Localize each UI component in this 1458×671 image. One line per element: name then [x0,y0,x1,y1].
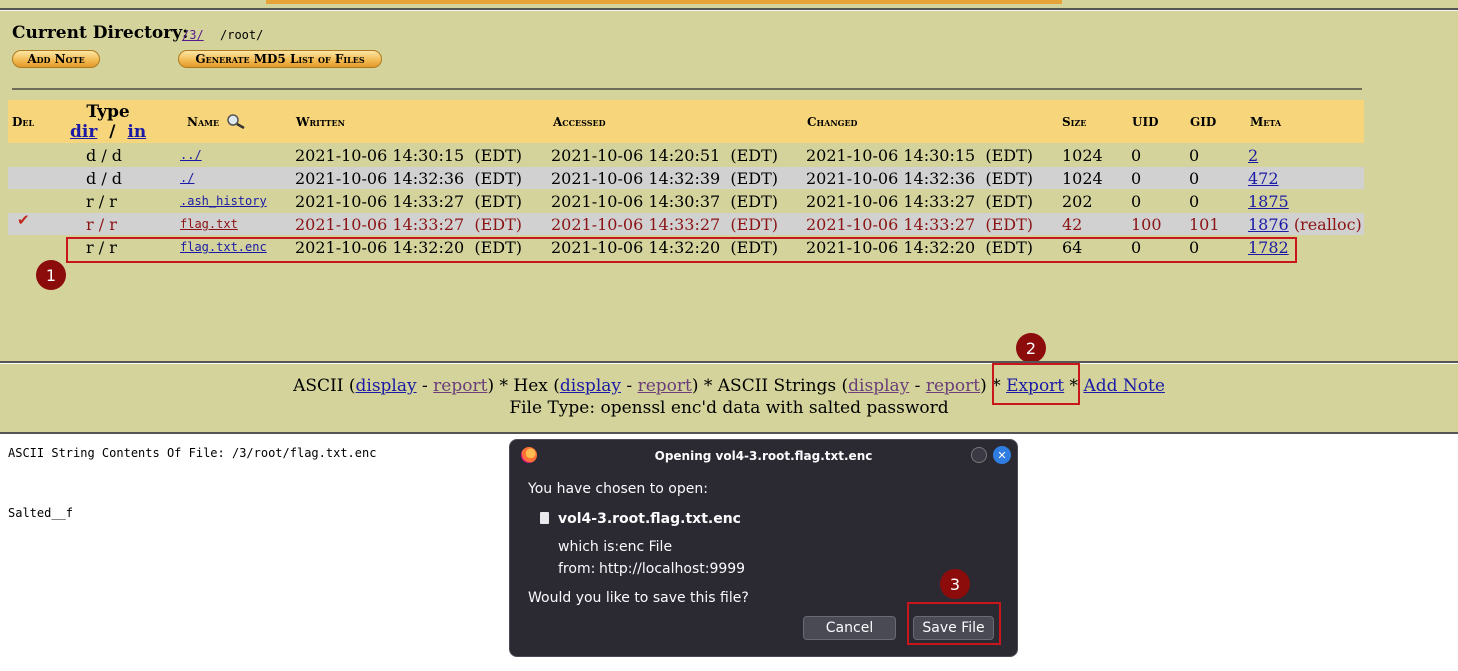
uid-cell: 0 [1131,169,1142,188]
table-row-deleted: ✔ r / r flag.txt 2021-10-06 14:33:27 (ED… [8,211,1364,235]
meta-link[interactable]: 472 [1248,169,1279,188]
magnify-icon[interactable] [226,113,248,129]
col-meta: Meta [1250,115,1282,129]
file-actions-frame: ASCII (display - report) * Hex (display … [0,364,1458,432]
current-directory-label: Current Directory: [12,23,189,43]
directory-link[interactable]: /3/ [182,28,204,42]
content-heading: ASCII String Contents Of File: /3/root/f… [8,446,377,460]
step-marker-3: 3 [940,569,970,599]
name-link[interactable]: ../ [180,148,202,162]
type-cell: r / r [86,192,117,211]
meta-link[interactable]: 1875 [1248,192,1289,211]
col-accessed: Accessed [553,115,606,129]
col-uid: UID [1132,115,1159,129]
written-cell: 2021-10-06 14:32:36 (EDT) [295,169,523,188]
from-label: from: [558,561,596,577]
type-cell: d / d [86,169,123,188]
changed-cell: 2021-10-06 14:33:27 (EDT) [806,192,1034,211]
col-gid: GID [1190,115,1217,129]
deleted-check-icon: ✔ [17,211,30,229]
from-value: http://localhost:9999 [599,561,746,577]
directory-frame: Current Directory: /3/ /root/ Add Note G… [0,0,1458,363]
highlight-box-save [907,602,1001,645]
content-strings: Salted__f [8,506,74,520]
table-row: d / d ../ 2021-10-06 14:30:15 (EDT) 2021… [8,144,1364,166]
uid-cell: 100 [1131,215,1162,234]
dialog-filename: vol4-3.root.flag.txt.enc [558,511,741,527]
col-written: Written [296,115,345,129]
name-link[interactable]: flag.txt [180,217,238,231]
gid-cell: 101 [1189,215,1220,234]
frame-divider [0,361,1458,363]
accessed-cell: 2021-10-06 14:30:37 (EDT) [551,192,779,211]
col-del: Del [12,115,35,129]
add-note-button[interactable]: Add Note [12,50,100,68]
ascii-report-link[interactable]: report [433,376,487,396]
meta-note: (realloc) [1293,215,1362,234]
ascii-display-link[interactable]: display [356,376,417,396]
separator-rule [12,88,1362,90]
which-is-value: enc File [619,539,673,555]
type-slash: / [109,122,116,142]
sort-in-link[interactable]: in [127,122,146,142]
hex-report-link[interactable]: report [638,376,692,396]
size-cell: 1024 [1062,146,1103,165]
size-cell: 202 [1062,192,1093,211]
gid-cell: 0 [1189,192,1200,211]
file-icon [540,512,549,524]
strings-report-link[interactable]: report [926,376,980,396]
file-type-text: File Type: openssl enc'd data with salte… [509,398,949,418]
meta-link[interactable]: 2 [1248,146,1258,165]
sort-dir-link[interactable]: dir [70,122,97,142]
name-link[interactable]: ./ [180,171,194,185]
accessed-cell: 2021-10-06 14:33:27 (EDT) [551,215,779,234]
name-link[interactable]: .ash_history [180,194,267,208]
col-size: Size [1062,115,1087,129]
col-type: Type [86,102,130,122]
strings-display-link[interactable]: display [848,376,909,396]
changed-cell: 2021-10-06 14:33:27 (EDT) [806,215,1034,234]
type-cell: r / r [86,215,117,234]
add-note-link[interactable]: Add Note [1083,376,1164,396]
frame-divider-highlight [0,10,1458,11]
changed-cell: 2021-10-06 14:32:36 (EDT) [806,169,1034,188]
highlight-box-export [992,363,1080,405]
accessed-cell: 2021-10-06 14:32:39 (EDT) [551,169,779,188]
table-row: r / r .ash_history 2021-10-06 14:33:27 (… [8,190,1364,212]
frame-divider [0,432,1458,434]
written-cell: 2021-10-06 14:30:15 (EDT) [295,146,523,165]
changed-cell: 2021-10-06 14:30:15 (EDT) [806,146,1034,165]
step-marker-1: 1 [36,260,66,290]
save-question: Would you like to save this file? [528,590,749,606]
uid-cell: 0 [1131,192,1142,211]
chosen-label: You have chosen to open: [528,481,708,497]
col-changed: Changed [807,115,858,129]
table-header: Del Type dir / in Name Written Accessed … [8,100,1364,143]
type-cell: d / d [86,146,123,165]
type-sort-links: dir / in [70,122,146,142]
size-cell: 1024 [1062,169,1103,188]
hex-display-link[interactable]: display [560,376,621,396]
gid-cell: 0 [1189,169,1200,188]
dialog-title: Opening vol4-3.root.flag.txt.enc [654,449,873,463]
written-cell: 2021-10-06 14:33:27 (EDT) [295,192,523,211]
close-icon[interactable]: ✕ [993,446,1011,464]
cancel-button[interactable]: Cancel [803,616,896,640]
step-marker-2: 2 [1016,333,1046,363]
written-cell: 2021-10-06 14:33:27 (EDT) [295,215,523,234]
top-toolbar-edge [266,0,1062,4]
minimize-icon[interactable] [971,447,987,463]
file-actions-line: ASCII (display - report) * Hex (display … [293,376,1165,396]
accessed-cell: 2021-10-06 14:20:51 (EDT) [551,146,779,165]
highlight-box-row [66,237,1297,263]
col-name[interactable]: Name [187,115,219,129]
uid-cell: 0 [1131,146,1142,165]
generate-md5-button[interactable]: Generate MD5 List of Files [178,50,382,68]
size-cell: 42 [1062,215,1083,234]
table-row: d / d ./ 2021-10-06 14:32:36 (EDT) 2021-… [8,167,1364,189]
directory-path: /root/ [220,28,264,42]
meta-link[interactable]: 1876 [1248,215,1289,234]
gid-cell: 0 [1189,146,1200,165]
which-is-label: which is: [558,539,620,555]
